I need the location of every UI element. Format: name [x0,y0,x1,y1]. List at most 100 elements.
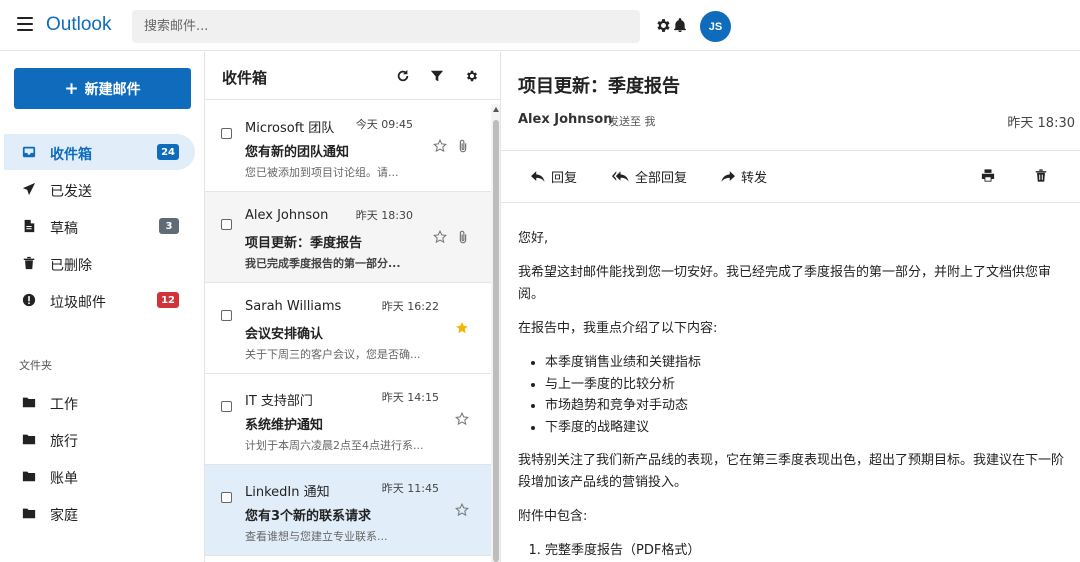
message-subject: 项目更新：季度报告 [518,76,680,97]
menu-icon[interactable] [17,17,33,31]
star-icon[interactable] [455,503,469,517]
sidebar-item-label: 已发送 [50,184,92,200]
print-icon[interactable] [981,168,995,183]
mail-list: 收件箱 Microsoft 团队 今天 09:45 您有新的团队通知 您已被添加… [205,52,501,562]
send-icon [22,182,36,196]
scroll-thumb[interactable] [493,120,499,562]
mail-subject: 您有3个新的联系请求 [245,509,372,524]
sidebar-item-label: 已删除 [50,258,92,274]
new-mail-label: 新建邮件 [84,81,141,98]
mail-item[interactable]: IT 支持部门 昨天 14:15 系统维护通知 计划于本周六凌晨2点至4点进行系… [205,374,491,465]
bell-icon[interactable] [672,17,688,34]
mail-item[interactable]: Microsoft 团队 今天 09:45 您有新的团队通知 您已被添加到项目讨… [205,101,491,192]
folder-label: 工作 [50,397,78,413]
mail-sender: IT 支持部门 [245,394,313,409]
mail-preview: 关于下周三的客户会议，您是否确... [245,348,421,361]
message-sender[interactable]: Alex Johnson [518,112,612,127]
mail-list-scrollbar[interactable] [491,104,500,562]
mail-preview: 我已完成季度报告的第一部分... [245,257,401,270]
mail-checkbox[interactable] [221,310,232,321]
paperclip-icon [459,139,467,153]
folder-label: 家庭 [50,508,78,524]
folder-icon [22,397,36,408]
body-paragraph: 在报告中，我重点介绍了以下内容: [518,321,718,336]
mail-subject: 系统维护通知 [245,418,324,433]
folder-item-family[interactable]: 家庭 [4,495,195,531]
mail-checkbox[interactable] [221,128,232,139]
list-item: 完整季度报告（PDF格式） [545,540,1066,562]
mail-checkbox[interactable] [221,401,232,412]
mail-checkbox[interactable] [221,492,232,503]
trash-icon [23,256,35,270]
delete-icon[interactable] [1034,168,1048,183]
mail-preview: 您已被添加到项目讨论组。请... [245,166,399,179]
folder-icon [22,434,36,445]
draft-icon [24,219,35,233]
sidebar-item-drafts[interactable]: 草稿 3 [4,208,195,244]
new-mail-button[interactable]: + 新建邮件 [14,68,191,109]
folder-item-work[interactable]: 工作 [4,384,195,420]
folders-heading: 文件夹 [19,359,52,372]
mail-time: 昨天 16:22 [381,300,439,313]
mail-list-title: 收件箱 [222,69,268,87]
junk-icon [22,293,36,307]
sidebar-item-inbox[interactable]: 收件箱 24 [4,134,195,170]
body-paragraph: 我特别关注了我们新产品线的表现，它在第三季度表现出色，超出了预期目标。我建议在下… [518,453,1065,490]
reply-icon [531,171,545,182]
reply-button[interactable]: 回复 [531,167,577,186]
mail-sender: LinkedIn 通知 [245,485,330,500]
attachment-list: 完整季度报告（PDF格式） [518,540,1066,562]
star-icon[interactable] [433,139,447,153]
reply-all-button[interactable]: 全部回复 [612,167,687,186]
mail-time: 昨天 11:45 [381,482,439,495]
folder-label: 旅行 [50,434,78,450]
mail-time: 昨天 14:15 [381,391,439,404]
reply-label: 回复 [551,171,578,186]
forward-icon [721,171,735,182]
forward-button[interactable]: 转发 [721,167,767,186]
mail-preview: 查看谁想与您建立专业联系... [245,530,388,543]
plus-icon: + [64,78,79,99]
sidebar-item-label: 垃圾邮件 [50,295,106,311]
refresh-icon[interactable] [396,69,410,83]
message-time: 昨天 18:30 [1007,116,1075,131]
search-input[interactable] [132,10,640,43]
body-paragraph: 我希望这封邮件能找到您一切安好。我已经完成了季度报告的第一部分，并附上了文档供您… [518,265,1052,302]
mail-preview: 计划于本周六凌晨2点至4点进行系... [245,439,424,452]
reading-pane: 项目更新：季度报告 Alex Johnson 发送至 我 昨天 18:30 回复… [501,52,1080,562]
star-icon[interactable] [433,230,447,244]
star-icon[interactable] [455,412,469,426]
list-item: 市场趋势和竞争对手动态 [545,395,1066,417]
gear-icon[interactable] [465,69,479,83]
sidebar-item-junk[interactable]: 垃圾邮件 12 [4,282,195,318]
sidebar: + 新建邮件 收件箱 24 已发送 草稿 3 已删除 垃圾邮件 12 文件夹 工… [0,52,205,562]
sidebar-item-deleted[interactable]: 已删除 [4,245,195,281]
gear-icon[interactable] [655,17,672,34]
mail-item[interactable]: Sarah Williams 昨天 16:22 会议安排确认 关于下周三的客户会… [205,283,491,374]
mail-subject: 项目更新：季度报告 [245,236,363,251]
folder-icon [22,508,36,519]
body-bullet-list: 本季度销售业绩和关键指标 与上一季度的比较分析 市场趋势和竞争对手动态 下季度的… [518,352,1066,438]
app-logo[interactable]: Outlook [46,14,111,36]
avatar[interactable]: JS [700,11,731,42]
mail-time: 昨天 18:30 [355,209,413,222]
scroll-up-arrow-icon[interactable] [493,107,499,112]
message-body: 您好, 我希望这封邮件能找到您一切安好。我已经完成了季度报告的第一部分，并附上了… [518,228,1066,562]
mail-checkbox[interactable] [221,219,232,230]
mail-item[interactable]: LinkedIn 通知 昨天 11:45 您有3个新的联系请求 查看谁想与您建立… [205,465,491,556]
paperclip-icon [459,230,467,244]
folder-item-bills[interactable]: 账单 [4,458,195,494]
mail-list-header: 收件箱 [205,52,500,100]
mail-time: 今天 09:45 [355,118,413,131]
folder-item-travel[interactable]: 旅行 [4,421,195,457]
top-header: Outlook JS [0,0,1080,51]
body-paragraph: 附件中包含: [518,509,588,524]
sidebar-item-label: 草稿 [50,221,78,237]
star-filled-icon[interactable] [455,321,469,335]
forward-label: 转发 [741,171,768,186]
mail-sender: Alex Johnson [245,208,329,223]
mail-item[interactable]: Alex Johnson 昨天 18:30 项目更新：季度报告 我已完成季度报告… [205,192,491,283]
filter-icon[interactable] [430,69,444,83]
sidebar-item-sent[interactable]: 已发送 [4,171,195,207]
folder-label: 账单 [50,471,78,487]
